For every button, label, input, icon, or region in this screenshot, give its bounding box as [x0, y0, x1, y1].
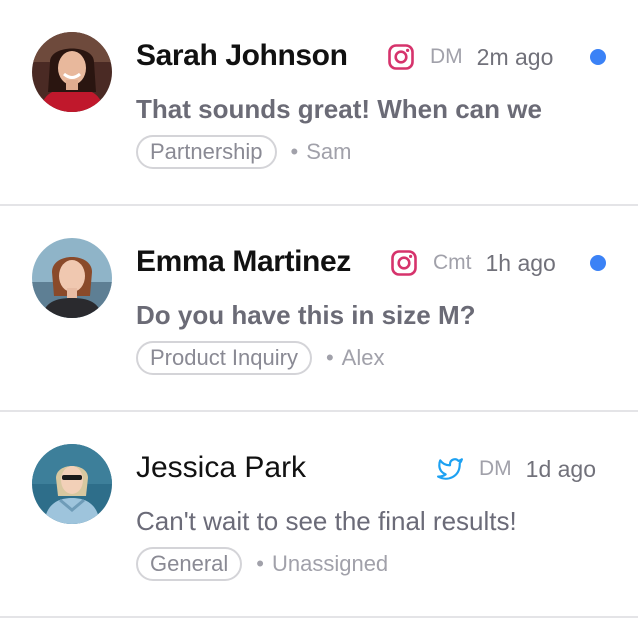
- instagram-icon: [389, 248, 419, 278]
- timestamp: 2m ago: [476, 43, 554, 70]
- message-type-label: DM: [430, 45, 463, 68]
- message-meta: DM 1d ago: [435, 452, 596, 486]
- unread-indicator: [590, 49, 606, 65]
- assignee-label: Alex: [341, 345, 385, 370]
- contact-name: Jessica Park: [136, 451, 307, 484]
- message-meta: Cmt 1h ago: [389, 246, 556, 280]
- instagram-icon: [386, 42, 416, 72]
- avatar: [32, 32, 112, 112]
- message-type-label: Cmt: [433, 251, 472, 274]
- separator-bullet: •: [325, 345, 334, 370]
- timestamp: 1d ago: [525, 455, 597, 482]
- unread-indicator: [590, 255, 606, 271]
- conversation-list: Sarah Johnson DM 2m ago That sounds grea…: [0, 0, 638, 618]
- conversation-row[interactable]: Sarah Johnson DM 2m ago That sounds grea…: [0, 0, 638, 206]
- contact-name: Emma Martinez: [136, 245, 351, 278]
- tag-badge[interactable]: Partnership: [136, 135, 277, 169]
- message-preview: That sounds great! When can we: [136, 94, 542, 124]
- tag-row: Product Inquiry • Alex: [136, 341, 384, 375]
- conversation-row[interactable]: Jessica Park DM 1d ago Can't wait to see…: [0, 412, 638, 618]
- tag-badge[interactable]: Product Inquiry: [136, 341, 312, 375]
- separator-bullet: •: [256, 551, 264, 576]
- conversation-row[interactable]: Emma Martinez Cmt 1h ago Do you have thi…: [0, 206, 638, 412]
- avatar: [32, 444, 112, 524]
- message-type-label: DM: [479, 457, 512, 480]
- assignee-label: Sam: [306, 139, 352, 164]
- tag-badge[interactable]: General: [136, 547, 243, 581]
- assignee-label: Unassigned: [271, 551, 389, 576]
- avatar: [32, 238, 112, 318]
- message-meta: DM 2m ago: [386, 40, 553, 74]
- contact-name: Sarah Johnson: [136, 39, 348, 72]
- timestamp: 1h ago: [485, 249, 556, 276]
- tag-row: Partnership • Sam: [136, 135, 351, 169]
- separator-bullet: •: [290, 139, 299, 164]
- message-preview: Can't wait to see the final results!: [136, 506, 517, 536]
- message-preview: Do you have this in size M?: [136, 300, 476, 330]
- tag-row: General • Unassigned: [136, 547, 388, 581]
- twitter-icon: [435, 454, 465, 484]
